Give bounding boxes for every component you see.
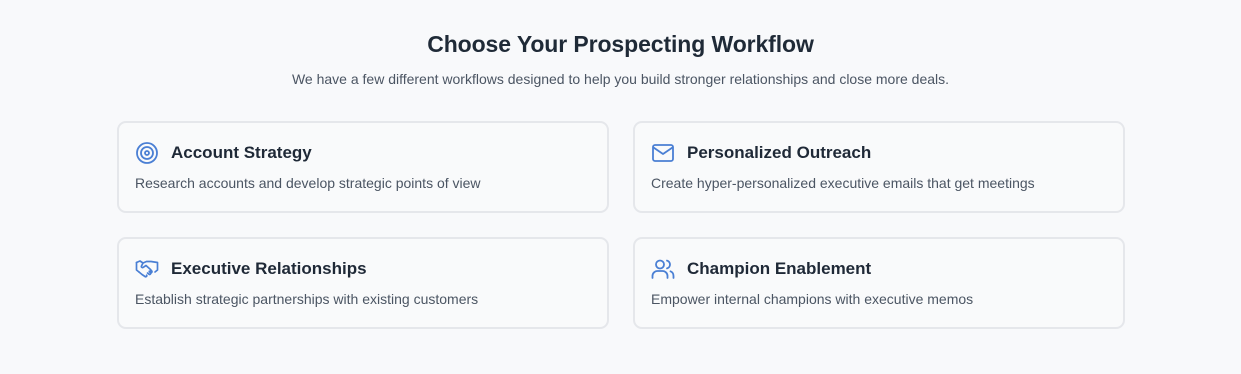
card-header: Personalized Outreach: [651, 139, 1107, 167]
workflow-grid: Account Strategy Research accounts and d…: [117, 121, 1125, 329]
target-icon: [135, 141, 159, 165]
card-description: Create hyper-personalized executive emai…: [651, 175, 1035, 191]
mail-icon: [651, 141, 675, 165]
card-title: Executive Relationships: [171, 259, 367, 278]
card-title: Champion Enablement: [687, 259, 872, 278]
workflow-card-account-strategy[interactable]: Account Strategy Research accounts and d…: [117, 121, 609, 213]
card-header: Executive Relationships: [135, 255, 591, 283]
card-header: Champion Enablement: [651, 255, 1107, 283]
card-description: Establish strategic partnerships with ex…: [135, 291, 479, 307]
users-icon: [651, 257, 675, 281]
card-description: Empower internal champions with executiv…: [651, 291, 974, 307]
page-title: Choose Your Prospecting Workflow: [427, 31, 814, 57]
workflow-chooser: Choose Your Prospecting Workflow We have…: [0, 0, 1241, 374]
card-header: Account Strategy: [135, 139, 591, 167]
handshake-icon: [135, 257, 159, 281]
card-description: Research accounts and develop strategic …: [135, 175, 481, 191]
card-title: Account Strategy: [171, 143, 312, 162]
card-title: Personalized Outreach: [687, 143, 872, 162]
workflow-card-personalized-outreach[interactable]: Personalized Outreach Create hyper-perso…: [633, 121, 1125, 213]
workflow-card-executive-relationships[interactable]: Executive Relationships Establish strate…: [117, 237, 609, 329]
workflow-card-champion-enablement[interactable]: Champion Enablement Empower internal cha…: [633, 237, 1125, 329]
page-subtitle: We have a few different workflows design…: [291, 71, 950, 87]
